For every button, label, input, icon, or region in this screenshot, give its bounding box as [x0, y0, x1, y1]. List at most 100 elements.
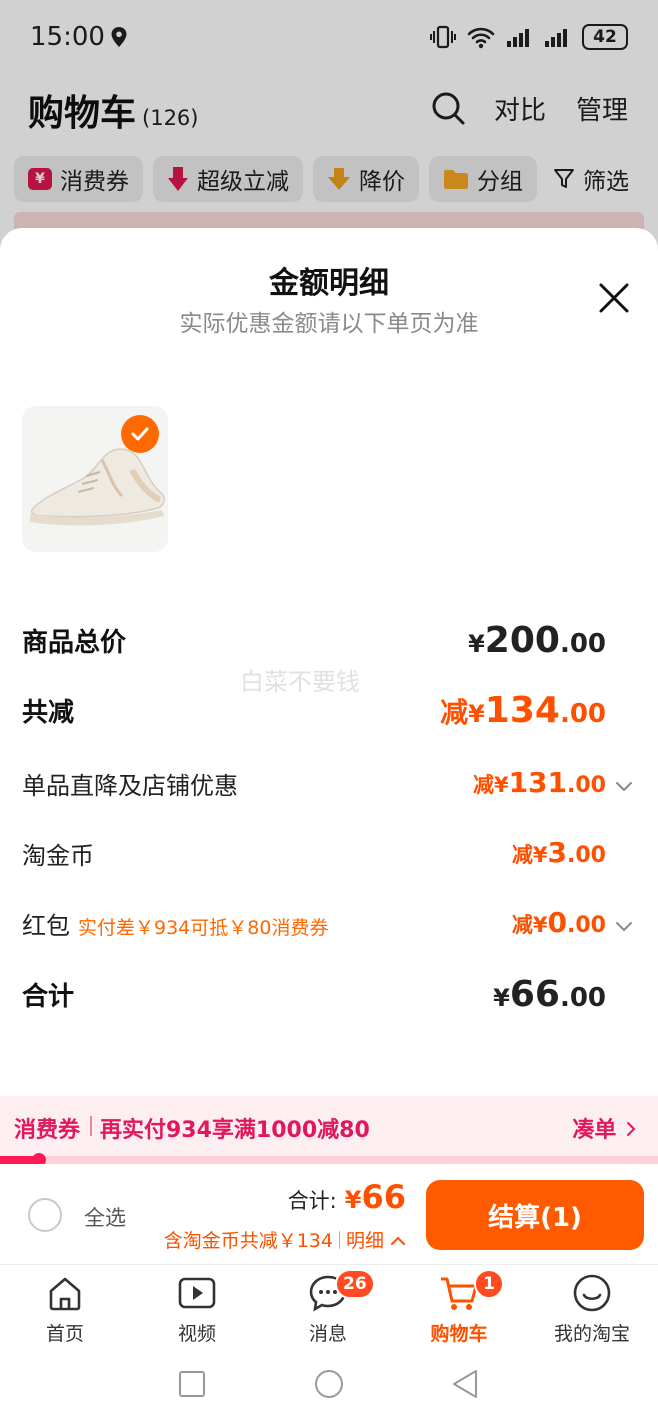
tab-messages[interactable]: 26 消息	[273, 1265, 383, 1355]
tab-my-taobao[interactable]: 我的淘宝	[537, 1265, 647, 1355]
close-icon[interactable]	[594, 278, 634, 318]
home-icon	[49, 1277, 81, 1311]
amount-int: 134	[484, 690, 560, 731]
chevron-down-icon[interactable]	[614, 916, 634, 936]
message-badge: 26	[335, 1269, 375, 1299]
folder-icon	[444, 170, 468, 189]
video-icon	[178, 1277, 216, 1309]
currency: ¥	[493, 773, 509, 797]
filter-chip-label: 消费券	[60, 169, 129, 195]
status-bar: 15:00 42	[0, 0, 658, 80]
cart-header: 购物车 (126) 对比 管理	[0, 80, 658, 140]
tab-cart[interactable]: 1 购物车	[404, 1265, 514, 1355]
back-button[interactable]	[450, 1368, 480, 1404]
add-items-label: 凑单	[572, 1118, 617, 1143]
discount-detail-toggle[interactable]: 含淘金币共减￥134 明细	[164, 1226, 406, 1253]
cart-title-text: 购物车	[28, 93, 137, 134]
chevron-up-icon	[391, 1236, 405, 1245]
direct-discount-row[interactable]: 单品直降及店铺优惠 减 ¥131.00	[22, 766, 636, 810]
signal-icon-2	[545, 29, 567, 47]
currency: ¥	[532, 843, 548, 867]
tao-coins-row: 淘金币 减 ¥3.00	[22, 836, 636, 880]
system-navigation-bar	[0, 1354, 658, 1416]
tab-video[interactable]: 视频	[142, 1265, 252, 1355]
home-nav-button[interactable]	[314, 1369, 344, 1403]
amount-int: 66	[509, 974, 560, 1015]
sum-row: 合计 ¥66.00	[22, 974, 636, 1020]
wifi-icon	[467, 27, 495, 49]
reduce-prefix: 减	[472, 773, 494, 797]
filter-chip-coupon[interactable]: ¥ 消费券	[14, 156, 143, 202]
profile-icon	[573, 1274, 611, 1312]
triangle-back-icon	[453, 1370, 477, 1398]
square-icon	[179, 1371, 205, 1397]
signal-icon	[507, 29, 529, 47]
battery-icon: 42	[582, 24, 628, 50]
coupon-banner[interactable]: 消费券 再实付934享满1000减80 凑单	[0, 1096, 658, 1156]
goods-total-row: 商品总价 ¥200.00	[22, 620, 636, 666]
cart-count: (126)	[142, 106, 199, 130]
reduce-prefix: 减	[511, 843, 533, 867]
add-items-link[interactable]: 凑单	[572, 1112, 638, 1144]
total-reduce-row: 共减 减 ¥134.00	[22, 690, 636, 736]
reduce-prefix: 减	[511, 913, 533, 937]
red-packet-amount: 减 ¥0.00	[512, 906, 606, 939]
bottom-tab-bar: 首页 视频 26 消息 1 购物车 我的淘宝	[0, 1264, 658, 1354]
amount-dec: .00	[567, 773, 606, 798]
location-icon	[111, 27, 127, 47]
tab-label: 我的淘宝	[553, 1323, 630, 1345]
search-icon[interactable]	[430, 90, 466, 126]
status-icons: 42	[430, 24, 628, 50]
amount-int: 131	[508, 766, 568, 799]
red-packet-row[interactable]: 红包 实付差￥934可抵￥80消费券 减 ¥0.00	[22, 906, 636, 950]
filter-chip-price-drop[interactable]: 降价	[313, 156, 419, 202]
discount-text: 含淘金币共减￥134	[163, 1230, 333, 1252]
amount-dec: .00	[559, 983, 606, 1013]
recents-button[interactable]	[178, 1370, 206, 1402]
amount-dec: .00	[567, 843, 606, 868]
selected-check-icon[interactable]	[121, 415, 159, 453]
total-reduce-amount: 减 ¥134.00	[440, 690, 606, 731]
filter-chip-label: 超级立减	[197, 169, 289, 195]
red-packet-hint: 实付差￥934可抵￥80消费券	[78, 917, 329, 939]
checkout-button[interactable]: 结算(1)	[426, 1180, 644, 1250]
chevron-right-icon	[627, 1122, 636, 1136]
total-currency: ¥	[344, 1186, 362, 1214]
filter-chip-label: 降价	[359, 169, 405, 195]
reduce-prefix: 减	[440, 696, 469, 729]
red-packet-label-group: 红包 实付差￥934可抵￥80消费券	[22, 906, 328, 941]
filter-chip-super-discount[interactable]: 超级立减	[153, 156, 303, 202]
compare-button[interactable]: 对比	[494, 90, 546, 127]
select-all-label[interactable]: 全选	[84, 1202, 126, 1232]
select-all-checkbox[interactable]	[28, 1198, 62, 1232]
status-time: 15:00	[30, 22, 105, 52]
currency: ¥	[468, 630, 485, 658]
amount-dec: .00	[559, 699, 606, 729]
filter-chip-filter[interactable]: 筛选	[547, 156, 635, 202]
direct-discount-label: 单品直降及店铺优惠	[22, 772, 238, 800]
page-title: 购物车 (126)	[28, 84, 198, 136]
goods-total-amount: ¥200.00	[468, 620, 606, 661]
tab-label: 视频	[177, 1323, 216, 1345]
tab-label: 购物车	[430, 1323, 488, 1345]
cart-icon	[441, 1277, 478, 1310]
amount-int: 0	[547, 906, 568, 939]
total-label: 合计:	[287, 1189, 337, 1213]
filter-chip-group[interactable]: 分组	[429, 156, 537, 202]
tab-home[interactable]: 首页	[10, 1265, 120, 1355]
currency: ¥	[493, 984, 510, 1012]
filter-chip-label: 分组	[477, 169, 523, 195]
tab-label: 消息	[308, 1323, 347, 1345]
direct-discount-amount: 减 ¥131.00	[473, 766, 606, 799]
red-packet-label: 红包	[22, 912, 70, 940]
tao-coins-amount: 减 ¥3.00	[512, 836, 606, 869]
tab-label: 首页	[45, 1323, 84, 1345]
filter-icon	[554, 169, 574, 188]
clock: 15:00	[30, 22, 129, 52]
coupon-tag: 消费券	[14, 1118, 81, 1143]
amount-int: 3	[547, 836, 568, 869]
manage-button[interactable]: 管理	[576, 90, 628, 127]
circle-icon	[315, 1370, 343, 1398]
chevron-down-icon[interactable]	[614, 776, 634, 796]
currency: ¥	[532, 913, 548, 937]
